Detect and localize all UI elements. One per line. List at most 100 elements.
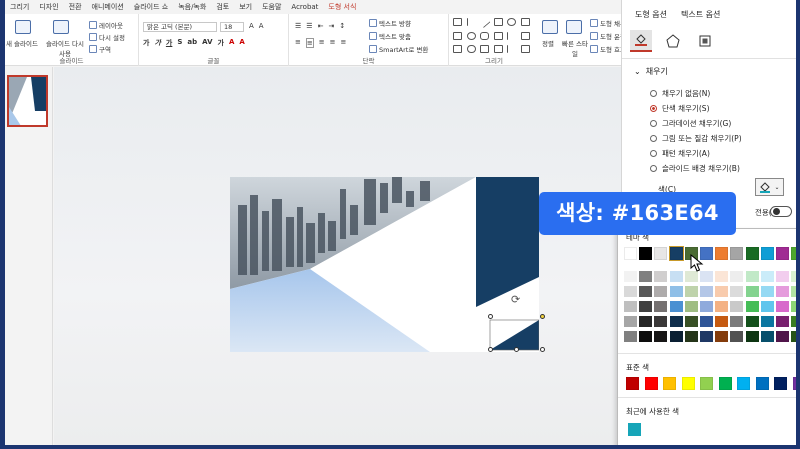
tab-text-options[interactable]: 텍스트 옵션 xyxy=(681,9,720,20)
standard-color-swatch[interactable] xyxy=(774,377,787,390)
theme-shade-swatch[interactable] xyxy=(669,331,683,342)
slide-thumbnail-1[interactable] xyxy=(7,75,48,127)
radio-button[interactable] xyxy=(650,105,657,112)
standard-color-swatch[interactable] xyxy=(755,377,769,390)
standard-color-swatch[interactable] xyxy=(792,377,796,390)
adjust-handle[interactable] xyxy=(540,314,545,319)
theme-shade-swatch[interactable] xyxy=(654,331,668,342)
theme-shade-swatch[interactable] xyxy=(700,316,713,327)
tab-shape-options[interactable]: 도형 옵션 xyxy=(635,9,667,20)
theme-shade-swatch[interactable] xyxy=(730,316,744,327)
theme-shade-swatch[interactable] xyxy=(654,286,668,297)
section-button[interactable]: 구역 xyxy=(89,44,111,54)
theme-shade-swatch[interactable] xyxy=(730,286,744,297)
theme-shade-swatch[interactable] xyxy=(639,316,653,327)
align-text-button[interactable]: 텍스트 맞춤 xyxy=(369,31,411,41)
theme-shade-swatch[interactable] xyxy=(730,301,744,312)
fill-option[interactable]: 단색 채우기(S) xyxy=(650,103,710,114)
theme-shade-swatch[interactable] xyxy=(715,286,729,297)
font-format-buttons[interactable]: 가 가 가 Sab AV 가 A A xyxy=(143,38,245,48)
theme-shade-swatch[interactable] xyxy=(745,271,759,282)
fill-color-button[interactable]: ⌄ xyxy=(755,178,784,196)
theme-shade-swatch[interactable] xyxy=(624,301,637,312)
radio-button[interactable] xyxy=(650,165,657,172)
menu-tab[interactable]: 도형 서식 xyxy=(323,0,362,15)
new-slide-button[interactable]: 새 슬라이드 xyxy=(6,38,42,48)
theme-shade-swatch[interactable] xyxy=(776,301,789,312)
rotate-handle-icon[interactable]: ⟳ xyxy=(511,293,520,306)
menu-tab[interactable]: 보기 xyxy=(234,0,257,14)
theme-shade-swatch[interactable] xyxy=(730,271,744,282)
fill-option[interactable]: 그라데이션 채우기(G) xyxy=(650,118,731,129)
smartart-button[interactable]: SmartArt로 변환 xyxy=(369,44,428,54)
fill-option[interactable]: 슬라이드 배경 채우기(B) xyxy=(650,163,740,174)
theme-shade-swatch[interactable] xyxy=(639,331,653,342)
resize-handle[interactable] xyxy=(540,347,545,352)
fill-line-icon[interactable] xyxy=(630,30,652,52)
text-direction-button[interactable]: 텍스트 방향 xyxy=(369,18,411,28)
menu-tab[interactable]: 검토 xyxy=(211,0,234,14)
theme-shade-swatch[interactable] xyxy=(745,331,759,342)
theme-shade-swatch[interactable] xyxy=(639,271,653,282)
shapes-gallery[interactable] xyxy=(453,16,531,56)
theme-color-swatch[interactable] xyxy=(639,247,653,260)
standard-color-swatch[interactable] xyxy=(737,377,750,390)
theme-shade-swatch[interactable] xyxy=(624,316,637,327)
theme-shade-swatch[interactable] xyxy=(715,331,729,342)
fill-option[interactable]: 채우기 없음(N) xyxy=(650,88,710,99)
menu-tab[interactable]: 그리기 xyxy=(5,0,34,14)
font-size-box[interactable]: 18 xyxy=(220,22,244,32)
theme-shade-swatch[interactable] xyxy=(684,301,698,312)
theme-shade-swatch[interactable] xyxy=(791,301,796,312)
theme-shade-swatch[interactable] xyxy=(745,301,759,312)
theme-shade-swatch[interactable] xyxy=(776,271,789,282)
list-buttons[interactable]: ☰ ☰ ⇤ ⇥ ↕ xyxy=(295,22,345,30)
standard-color-swatch[interactable] xyxy=(718,377,732,390)
standard-color-swatch[interactable] xyxy=(700,377,713,390)
theme-shade-swatch[interactable] xyxy=(745,286,759,297)
font-grow-shrink[interactable]: AA xyxy=(249,22,264,30)
resize-handle[interactable] xyxy=(514,347,519,352)
fill-option[interactable]: 그림 또는 질감 채우기(P) xyxy=(650,133,742,144)
theme-shade-swatch[interactable] xyxy=(776,316,789,327)
theme-shade-swatch[interactable] xyxy=(715,316,729,327)
radio-button[interactable] xyxy=(650,120,657,127)
theme-shade-swatch[interactable] xyxy=(624,286,637,297)
theme-shade-swatch[interactable] xyxy=(745,316,759,327)
theme-shade-swatch[interactable] xyxy=(654,271,668,282)
recent-color-swatch[interactable] xyxy=(628,423,641,436)
theme-color-swatch[interactable] xyxy=(730,247,744,260)
menu-tab[interactable]: 애니메이션 xyxy=(87,0,129,14)
standard-color-swatch[interactable] xyxy=(626,377,639,390)
layout-button[interactable]: 레이아웃 xyxy=(89,20,123,30)
theme-color-swatch[interactable] xyxy=(745,247,759,260)
standard-color-swatch[interactable] xyxy=(681,377,695,390)
transparency-toggle[interactable] xyxy=(770,206,792,217)
theme-shade-swatch[interactable] xyxy=(760,286,774,297)
theme-shade-swatch[interactable] xyxy=(791,286,796,297)
theme-shade-swatch[interactable] xyxy=(791,316,796,327)
fill-section-header[interactable]: ⌄ 채우기 xyxy=(634,66,668,77)
standard-color-swatch[interactable] xyxy=(663,377,676,390)
theme-shade-swatch[interactable] xyxy=(684,316,698,327)
radio-button[interactable] xyxy=(650,150,657,157)
resize-handle[interactable] xyxy=(488,314,493,319)
standard-color-swatch[interactable] xyxy=(644,377,658,390)
theme-shade-swatch[interactable] xyxy=(669,316,683,327)
quick-styles-button[interactable]: 빠른 스타일 xyxy=(562,38,588,58)
radio-button[interactable] xyxy=(650,90,657,97)
theme-shade-swatch[interactable] xyxy=(639,301,653,312)
theme-shade-swatch[interactable] xyxy=(654,316,668,327)
theme-shade-swatch[interactable] xyxy=(639,286,653,297)
menu-tab[interactable]: Acrobat xyxy=(286,0,323,14)
menu-tab[interactable]: 슬라이드 쇼 xyxy=(129,0,173,14)
theme-shade-swatch[interactable] xyxy=(776,331,789,342)
theme-shade-swatch[interactable] xyxy=(669,271,683,282)
slide[interactable] xyxy=(230,177,539,352)
size-properties-icon[interactable] xyxy=(694,30,716,52)
theme-shade-swatch[interactable] xyxy=(684,286,698,297)
fill-option[interactable]: 패턴 채우기(A) xyxy=(650,148,710,159)
theme-shade-swatch[interactable] xyxy=(624,331,637,342)
menu-tab[interactable]: 녹음/녹화 xyxy=(173,0,211,14)
theme-shade-swatch[interactable] xyxy=(700,331,713,342)
